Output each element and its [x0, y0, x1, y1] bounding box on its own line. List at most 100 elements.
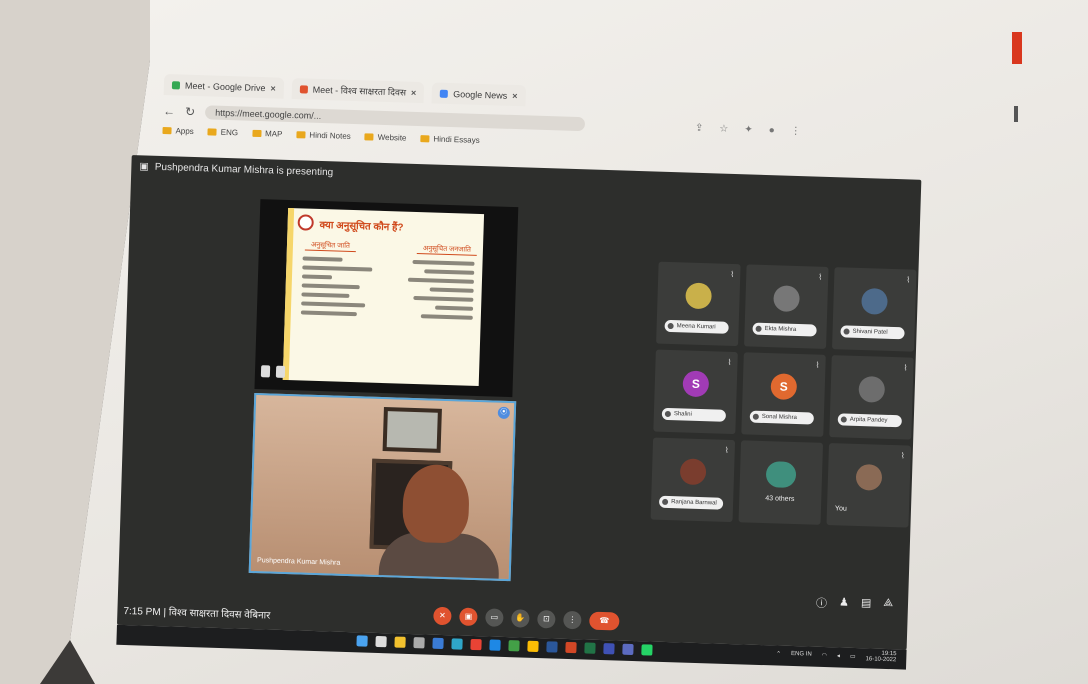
tab-drive[interactable]: Meet - Google Drive ×: [163, 73, 285, 99]
folder-icon: [364, 133, 374, 141]
start-icon[interactable]: [356, 635, 368, 647]
tab-meet[interactable]: Meet - विश्व साक्षरता दिवस ×: [291, 78, 425, 104]
present-button[interactable]: ⊡: [537, 609, 556, 629]
slide-col-left: अनुसूचित जाति: [304, 240, 357, 253]
self-tile[interactable]: ⌇ You: [826, 443, 912, 528]
bookmark-item[interactable]: Hindi Notes: [296, 130, 351, 141]
others-avatars: [765, 461, 797, 489]
tab-label: Meet - विश्व साक्षरता दिवस: [312, 84, 407, 98]
participant-tile[interactable]: ⌇ Ekta Mishra: [744, 264, 829, 349]
app-icon[interactable]: [622, 643, 634, 656]
present-icon: ▣: [139, 161, 150, 173]
participant-tile[interactable]: ⌇ Arpita Pandey: [829, 355, 914, 440]
raise-hand-button[interactable]: ✋: [511, 609, 530, 628]
mic-off-icon: ⌇: [903, 363, 908, 373]
slide-row: [301, 283, 474, 293]
participant-tile[interactable]: ⌇ Meena Kumari: [656, 261, 741, 347]
printed-screenshot: Meet - Google Drive × Meet - विश्व साक्ष…: [116, 52, 945, 670]
menu-icon[interactable]: ⋮: [791, 125, 801, 136]
slide-columns: अनुसूचित जाति अनुसूचित जनजाति: [304, 240, 478, 256]
powerpoint-icon[interactable]: [565, 641, 577, 654]
battery-icon[interactable]: ▭: [850, 652, 856, 659]
slide-row: [300, 310, 473, 320]
back-icon[interactable]: ←: [163, 104, 175, 118]
participant-tile[interactable]: ⌇ Ranjana Barnwal: [650, 437, 736, 523]
tray-arrow-icon[interactable]: ⌃: [776, 650, 781, 657]
margin-mark: [1012, 32, 1022, 64]
mic-toggle-button[interactable]: ✕: [433, 606, 452, 626]
participant-name: Shalini: [661, 407, 727, 422]
url-field[interactable]: https://meet.google.com/...: [204, 105, 586, 132]
meeting-info: 7:15 PM | विश्व साक्षरता दिवस वेबिनार: [123, 603, 270, 622]
mic-off-icon: ⌇: [900, 451, 905, 461]
app-icon[interactable]: [527, 640, 539, 653]
slide: क्या अनुसूचित कौन हैं? अनुसूचित जाति अनु…: [282, 207, 485, 387]
app-icon[interactable]: [603, 643, 615, 655]
news-icon: [440, 89, 449, 98]
fullscreen-icon[interactable]: [275, 365, 286, 378]
meet-window: ▣ Pushpendra Kumar Mishra is presenting …: [116, 155, 922, 650]
app-icon[interactable]: [489, 639, 501, 651]
tab-label: Google News: [453, 88, 508, 101]
presentation-tile[interactable]: क्या अनुसूचित कौन हैं? अनुसूचित जाति अनु…: [254, 199, 519, 398]
participant-tile[interactable]: ⌇ S Shalini: [653, 349, 738, 435]
settings-icon[interactable]: [413, 637, 425, 649]
tile-controls: [260, 365, 286, 378]
bookmark-label: Apps: [175, 126, 194, 136]
avatar: [855, 463, 883, 491]
edge-icon[interactable]: [451, 638, 463, 650]
extensions-icon[interactable]: ✦: [744, 124, 753, 135]
avatar: [858, 375, 886, 403]
more-options-button[interactable]: ⋮: [563, 610, 582, 630]
system-clock[interactable]: 19:15 16-10-2022: [865, 650, 896, 663]
meet-icon: [299, 84, 308, 93]
bookmark-item[interactable]: Apps: [162, 126, 194, 136]
profile-icon[interactable]: ●: [768, 125, 774, 136]
people-icon[interactable]: ♟: [839, 595, 849, 611]
wifi-icon[interactable]: ◠: [822, 651, 827, 658]
close-icon[interactable]: ×: [512, 90, 518, 100]
tab-news[interactable]: Google News ×: [431, 82, 526, 107]
meeting-time: 7:15 PM: [123, 605, 161, 619]
toolbar-icons: ⇪ ☆ ✦ ● ⋮: [695, 122, 801, 136]
bookmark-item[interactable]: ENG: [207, 127, 238, 137]
word-icon[interactable]: [546, 641, 558, 653]
reload-icon[interactable]: ↻: [185, 105, 195, 119]
participant-name: Meena Kumari: [664, 319, 729, 334]
folder-icon: [296, 131, 306, 139]
search-icon[interactable]: [375, 635, 387, 648]
camera-tile[interactable]: Pushpendra Kumar Mishra ⦿: [248, 392, 517, 582]
close-icon[interactable]: ×: [411, 87, 417, 97]
chat-icon[interactable]: ▤: [861, 596, 872, 612]
others-tile[interactable]: 43 others: [738, 440, 824, 525]
leave-call-button[interactable]: ☎: [589, 611, 620, 631]
avatar: S: [682, 370, 710, 398]
bookmark-item[interactable]: MAP: [251, 129, 283, 139]
whatsapp-icon[interactable]: [641, 644, 653, 656]
store-icon[interactable]: [432, 637, 444, 650]
chrome-icon[interactable]: [470, 638, 482, 651]
tab-strip: Meet - Google Drive × Meet - विश्व साक्ष…: [163, 73, 526, 107]
participant-tile[interactable]: ⌇ S Sonal Mishra: [741, 352, 826, 437]
volume-icon[interactable]: ◂: [837, 652, 840, 659]
camera-toggle-button[interactable]: ▣: [459, 607, 478, 627]
slide-row: [301, 301, 474, 311]
info-icon[interactable]: ⓘ: [816, 595, 827, 611]
excel-icon[interactable]: [584, 642, 596, 654]
language-indicator[interactable]: ENG IN: [791, 651, 812, 658]
slide-row: [301, 292, 474, 302]
file-explorer-icon[interactable]: [394, 636, 406, 648]
bookmark-item[interactable]: Hindi Essays: [420, 134, 480, 145]
star-icon[interactable]: ☆: [719, 123, 728, 134]
captions-button[interactable]: ▭: [485, 608, 504, 627]
participant-tile[interactable]: ⌇ Shivani Patel: [831, 267, 917, 352]
side-controls: ⓘ ♟ ▤ ⟁: [816, 595, 894, 613]
mic-icon[interactable]: [260, 365, 271, 378]
bookmark-item[interactable]: Website: [364, 132, 407, 143]
activities-icon[interactable]: ⟁: [883, 597, 893, 613]
system-tray: ⌃ ENG IN ◠ ◂ ▭ 19:15 16-10-2022: [776, 647, 897, 663]
share-icon[interactable]: ⇪: [695, 122, 704, 133]
wall-picture: [382, 407, 442, 453]
app-icon[interactable]: [508, 640, 520, 652]
close-icon[interactable]: ×: [270, 83, 276, 93]
